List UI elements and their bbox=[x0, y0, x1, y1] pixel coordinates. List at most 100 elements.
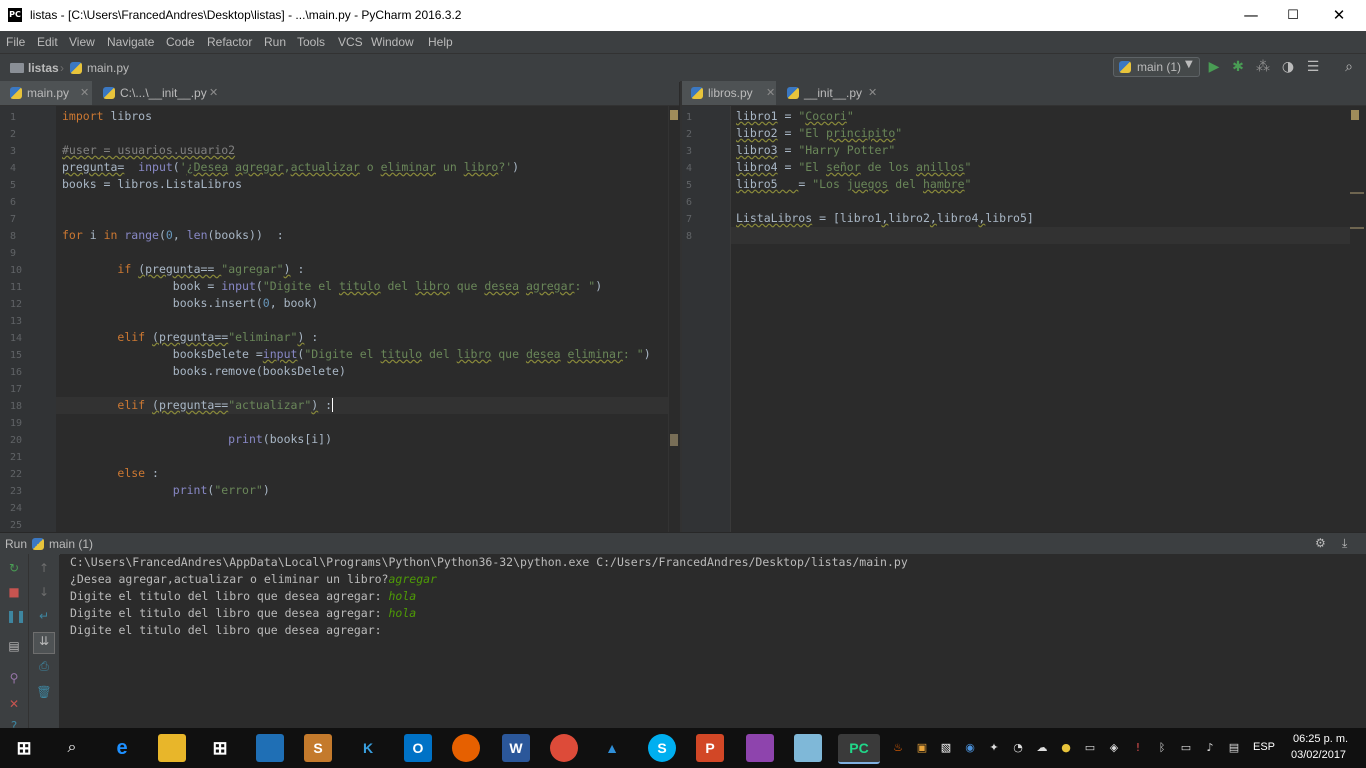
outlook-icon[interactable]: O bbox=[404, 734, 432, 762]
menu-tools[interactable]: Tools bbox=[297, 35, 325, 49]
console-line: Digite el titulo del libro que desea agr… bbox=[70, 623, 389, 637]
pycharm-taskbar-icon[interactable]: PC bbox=[838, 734, 880, 764]
app-icon[interactable] bbox=[794, 734, 822, 762]
volume-icon[interactable]: ♪ bbox=[1202, 740, 1218, 756]
input-language[interactable]: ESP bbox=[1253, 741, 1275, 753]
close-tab-icon[interactable]: ✕ bbox=[209, 81, 218, 105]
run-panel-header: Run main (1) ⚙ ⤓ bbox=[0, 532, 1366, 555]
line-number: 10 bbox=[10, 265, 23, 276]
python-file-icon bbox=[691, 87, 703, 99]
vcs-icon[interactable]: ☰ bbox=[1304, 58, 1322, 76]
store-icon[interactable]: ⊞ bbox=[206, 734, 234, 762]
close-button[interactable]: ✕ bbox=[1316, 0, 1362, 31]
menu-navigate[interactable]: Navigate bbox=[107, 35, 154, 49]
close-tab-icon[interactable]: ✕ bbox=[868, 81, 877, 105]
notification-icon[interactable]: ● bbox=[1058, 740, 1074, 756]
breadcrumb-file[interactable]: main.py bbox=[87, 61, 129, 75]
tab-libros-py[interactable]: libros.py ✕ bbox=[682, 81, 776, 105]
rerun-icon[interactable]: ↻ bbox=[6, 560, 22, 576]
run-config-tab[interactable]: main (1) bbox=[49, 537, 93, 551]
menu-edit[interactable]: Edit bbox=[37, 35, 58, 49]
kodi-icon[interactable]: K bbox=[354, 734, 382, 762]
settings-gear-icon[interactable]: ⚙ bbox=[1315, 536, 1326, 550]
chrome-icon[interactable] bbox=[550, 734, 578, 762]
tab-init-py[interactable]: __init__.py ✕ bbox=[778, 81, 878, 105]
word-icon[interactable]: W bbox=[502, 734, 530, 762]
cloud-icon[interactable]: ☁ bbox=[1034, 740, 1050, 756]
dropbox-icon[interactable]: ✦ bbox=[986, 740, 1002, 756]
menu-refactor[interactable]: Refactor bbox=[207, 35, 252, 49]
warning-marker bbox=[1351, 110, 1359, 120]
app-icon[interactable]: ▲ bbox=[598, 734, 626, 762]
run-configuration-select[interactable]: main (1) ▼ bbox=[1113, 57, 1200, 77]
run-icon[interactable]: ▶ bbox=[1205, 58, 1223, 76]
pin-icon[interactable]: ⚲ bbox=[6, 670, 22, 686]
maximize-button[interactable]: ☐ bbox=[1270, 0, 1316, 31]
tab-init-py[interactable]: C:\...\__init__.py ✕ bbox=[93, 81, 223, 105]
search-icon[interactable]: ⌕ bbox=[58, 734, 86, 762]
winrar-icon[interactable] bbox=[746, 734, 774, 762]
close-tab-icon[interactable]: ✕ bbox=[766, 81, 775, 105]
windows-start-icon[interactable]: ⊞ bbox=[10, 734, 38, 762]
network-icon[interactable]: ◔ bbox=[1010, 740, 1026, 756]
soft-wrap-icon[interactable]: ↵ bbox=[36, 608, 52, 624]
left-code[interactable]: import libros #user = usuarios.usuario2 … bbox=[62, 108, 651, 499]
coverage-icon[interactable]: ⁂ bbox=[1254, 58, 1272, 76]
trash-icon[interactable]: 🗑 bbox=[36, 684, 52, 700]
debug-icon[interactable]: ✱ bbox=[1229, 58, 1247, 76]
tab-label: __init__.py bbox=[804, 86, 863, 100]
scroll-to-end-icon[interactable]: ⇊ bbox=[33, 632, 55, 654]
clock-time[interactable]: 06:25 p. m. bbox=[1293, 733, 1348, 745]
firefox-icon[interactable] bbox=[452, 734, 480, 762]
menu-vcs[interactable]: VCS bbox=[338, 35, 363, 49]
file-explorer-icon[interactable] bbox=[158, 734, 186, 762]
battery-icon[interactable]: ▭ bbox=[1178, 740, 1194, 756]
minimize-button[interactable]: — bbox=[1228, 0, 1274, 31]
print-icon[interactable]: ⎙ bbox=[36, 658, 52, 674]
left-editor-tabs: main.py ✕ C:\...\__init__.py ✕ bbox=[0, 81, 679, 106]
line-number: 5 bbox=[10, 180, 17, 191]
menu-run[interactable]: Run bbox=[264, 35, 286, 49]
pause-icon[interactable]: ❚❚ bbox=[6, 608, 26, 624]
restore-layout-icon[interactable]: ▤ bbox=[6, 638, 22, 654]
shield-icon[interactable]: ◈ bbox=[1106, 740, 1122, 756]
bluetooth-icon[interactable]: ᛒ bbox=[1154, 740, 1170, 756]
menu-view[interactable]: View bbox=[69, 35, 95, 49]
search-icon[interactable]: ⌕ bbox=[1340, 58, 1358, 76]
close-tab-icon[interactable]: ✕ bbox=[80, 81, 89, 105]
line-number: 6 bbox=[686, 197, 693, 208]
breadcrumb-project[interactable]: listas bbox=[28, 61, 59, 75]
tray-icon[interactable]: ♨ bbox=[890, 740, 906, 756]
run-panel-title: Run bbox=[5, 537, 28, 551]
alert-icon[interactable]: ! bbox=[1130, 740, 1146, 756]
scroll-marker bbox=[1350, 227, 1364, 229]
tray-icon[interactable]: ▣ bbox=[914, 740, 930, 756]
app-icon[interactable] bbox=[256, 734, 284, 762]
python-file-icon bbox=[787, 87, 799, 99]
action-center-icon[interactable]: ▤ bbox=[1226, 740, 1242, 756]
hide-panel-icon[interactable]: ⤓ bbox=[1342, 536, 1347, 551]
tray-icon[interactable]: ▧ bbox=[938, 740, 954, 756]
sublime-text-icon[interactable]: S bbox=[304, 734, 332, 762]
up-arrow-icon[interactable]: ↑ bbox=[36, 560, 52, 576]
powerpoint-icon[interactable]: P bbox=[696, 734, 724, 762]
stop-icon[interactable]: ■ bbox=[6, 584, 22, 600]
profile-icon[interactable]: ◑ bbox=[1279, 58, 1297, 76]
title-bar: PC listas - [C:\Users\FrancedAndres\Desk… bbox=[0, 0, 1366, 31]
menu-window[interactable]: Window bbox=[371, 35, 414, 49]
line-number: 2 bbox=[10, 129, 17, 140]
menu-file[interactable]: File bbox=[6, 35, 25, 49]
display-icon[interactable]: ▭ bbox=[1082, 740, 1098, 756]
tab-main-py[interactable]: main.py ✕ bbox=[0, 81, 92, 105]
menu-help[interactable]: Help bbox=[428, 35, 453, 49]
down-arrow-icon[interactable]: ↓ bbox=[36, 584, 52, 600]
clock-date[interactable]: 03/02/2017 bbox=[1291, 749, 1346, 761]
tray-icon[interactable]: ◉ bbox=[962, 740, 978, 756]
right-code[interactable]: libro1 = "Cocori" libro2 = "El principit… bbox=[736, 108, 1034, 227]
close-run-icon[interactable]: ✕ bbox=[6, 696, 22, 712]
menu-code[interactable]: Code bbox=[166, 35, 195, 49]
skype-icon[interactable]: S bbox=[648, 734, 676, 762]
run-console[interactable]: C:\Users\FrancedAndres\AppData\Local\Pro… bbox=[60, 554, 1366, 728]
right-scrollbar[interactable] bbox=[1350, 106, 1366, 532]
edge-browser-icon[interactable]: e bbox=[108, 734, 136, 762]
